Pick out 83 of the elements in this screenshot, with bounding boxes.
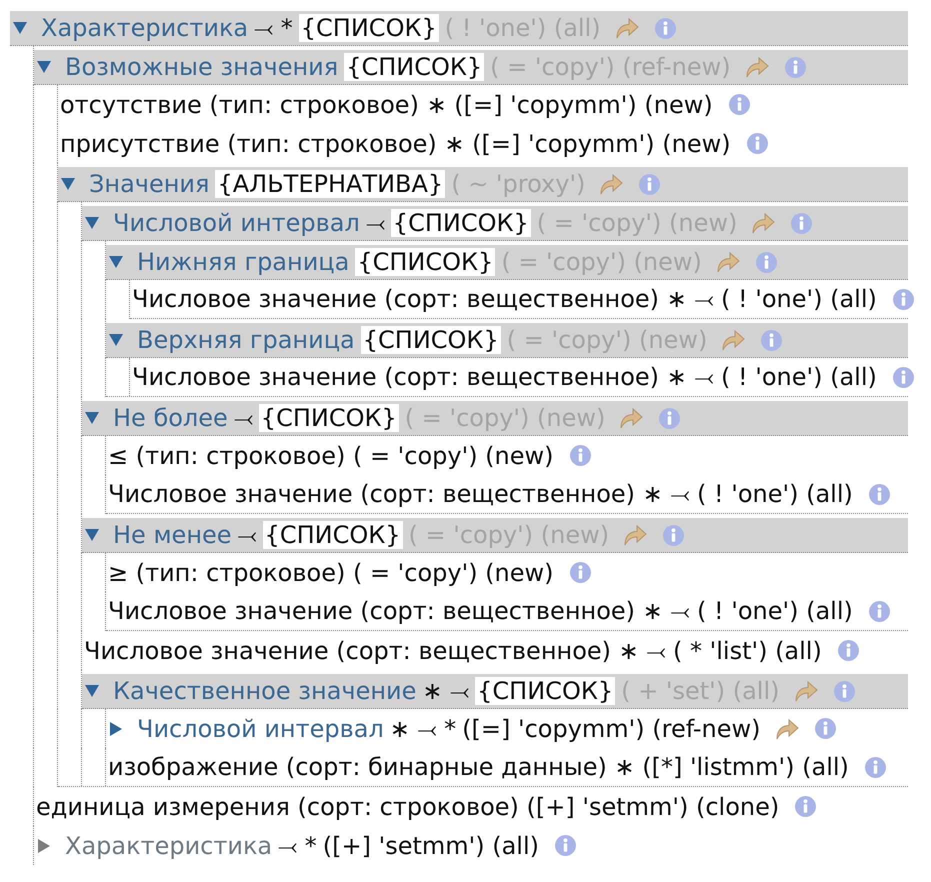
node-name: Числовой интервал <box>113 209 360 237</box>
curved-arrow-icon[interactable] <box>774 718 798 740</box>
info-icon[interactable] <box>795 796 816 817</box>
node-name: Возможные значения <box>65 53 338 81</box>
type-tag: {СПИСОК} <box>360 326 501 354</box>
node-label: Числовое значение (сорт: вещественное) ∗ ⤙ ( ! 'one') (all) <box>108 597 853 625</box>
node-label: Числовое значение (сорт: вещественное) ∗ ⤙ ( ! 'one') (all) <box>132 285 877 313</box>
cardinality-marks: ⤙ <box>366 209 385 237</box>
info-icon[interactable] <box>834 680 855 702</box>
caret-down-icon[interactable] <box>85 216 99 230</box>
type-tag: {СПИСОК} <box>475 677 616 705</box>
node-label: ≤ (тип: строковое) ( = 'copy') (new) <box>108 442 554 470</box>
type-tag: {СПИСОК} <box>390 209 531 237</box>
info-icon[interactable] <box>555 835 576 856</box>
caret-down-icon[interactable] <box>85 528 99 542</box>
caret-down-icon[interactable] <box>85 684 99 698</box>
caret-down-icon[interactable] <box>85 411 99 425</box>
curved-arrow-icon[interactable] <box>619 407 644 429</box>
caret-right-icon[interactable] <box>109 722 123 736</box>
node-name: Характеристика <box>65 832 272 860</box>
info-icon[interactable] <box>892 366 914 388</box>
node-name: Значения <box>89 170 210 198</box>
cardinality-marks: ∗ ⤙ <box>422 677 470 705</box>
info-icon[interactable] <box>654 18 676 38</box>
cardinality-marks: ⤙ * <box>278 832 317 860</box>
node-label: Числовое значение (сорт: вещественное) ∗ ⤙ ( ! 'one') (all) <box>132 363 877 391</box>
info-icon[interactable] <box>728 94 750 115</box>
node-modifiers: ([=] 'copymm') (ref-new) <box>462 714 760 742</box>
node-label: Числовое значение (сорт: вещественное) ∗ ⤙ ( * 'list') (all) <box>84 636 822 664</box>
node-name: Характеристика <box>41 14 248 42</box>
curved-arrow-icon[interactable] <box>716 251 740 273</box>
info-icon[interactable] <box>791 212 812 234</box>
type-tag: {СПИСОК} <box>298 14 439 42</box>
type-tag: {СПИСОК} <box>344 53 484 81</box>
node-name: Качественное значение <box>113 677 416 705</box>
cardinality-marks: ⤙ * <box>254 14 293 42</box>
node-name: Нижняя граница <box>137 248 350 276</box>
caret-down-icon[interactable] <box>61 177 75 191</box>
caret-right-icon[interactable] <box>37 838 51 852</box>
info-icon[interactable] <box>868 600 890 622</box>
node-label: отсутствие (тип: строковое) ∗ ([=] 'copymm') (new) <box>60 90 713 118</box>
curved-arrow-icon[interactable] <box>721 329 746 351</box>
node-name: Верхняя граница <box>137 326 355 354</box>
curved-arrow-icon[interactable] <box>599 173 624 195</box>
caret-down-icon[interactable] <box>109 255 123 269</box>
caret-down-icon[interactable] <box>37 60 51 74</box>
type-tag: {СПИСОК} <box>355 248 496 276</box>
info-icon[interactable] <box>756 252 777 272</box>
info-icon[interactable] <box>868 484 890 504</box>
info-icon[interactable] <box>784 56 806 78</box>
node-name: Числовой интервал <box>137 714 384 742</box>
info-icon[interactable] <box>814 718 836 739</box>
info-icon[interactable] <box>570 445 591 466</box>
info-icon[interactable] <box>864 756 886 778</box>
type-tag: {СПИСОК} <box>258 404 399 432</box>
cardinality-marks: ∗ ⤙ * <box>390 714 456 742</box>
curved-arrow-icon[interactable] <box>751 212 776 234</box>
info-icon[interactable] <box>892 288 914 310</box>
node-label: единица измерения (сорт: строковое) ([+] 'setmm') (clone) <box>36 792 780 820</box>
curved-arrow-icon[interactable] <box>614 17 639 39</box>
cardinality-marks: ⤙ <box>234 404 253 432</box>
info-icon[interactable] <box>659 408 680 428</box>
info-icon[interactable] <box>838 640 859 661</box>
node-modifiers: ([+] 'setmm') (all) <box>322 832 540 860</box>
curved-arrow-icon[interactable] <box>744 56 769 78</box>
info-icon[interactable] <box>761 330 782 350</box>
info-icon[interactable] <box>663 524 684 546</box>
caret-down-icon[interactable] <box>109 333 123 347</box>
node-label: изображение (сорт: бинарные данные) ∗ ([*] 'listmm') (all) <box>108 753 849 781</box>
info-icon[interactable] <box>570 562 591 583</box>
type-tag: {АЛЬТЕРНАТИВА} <box>215 170 446 198</box>
cardinality-marks: ⤙ <box>238 521 257 549</box>
node-name: Не более <box>113 404 228 432</box>
curved-arrow-icon[interactable] <box>794 680 818 702</box>
info-icon[interactable] <box>639 174 660 194</box>
node-label: присутствие (тип: строковое) ∗ ([=] 'copymm') (new) <box>60 130 731 158</box>
caret-down-icon[interactable] <box>13 21 27 35</box>
node-label: Числовое значение (сорт: вещественное) ∗ ⤙ ( ! 'one') (all) <box>108 480 853 508</box>
type-tag: {СПИСОК} <box>262 521 403 549</box>
node-label: ≥ (тип: строковое) ( = 'copy') (new) <box>108 558 554 586</box>
curved-arrow-icon[interactable] <box>623 524 648 546</box>
info-icon[interactable] <box>746 133 768 154</box>
node-name: Не менее <box>113 521 232 549</box>
